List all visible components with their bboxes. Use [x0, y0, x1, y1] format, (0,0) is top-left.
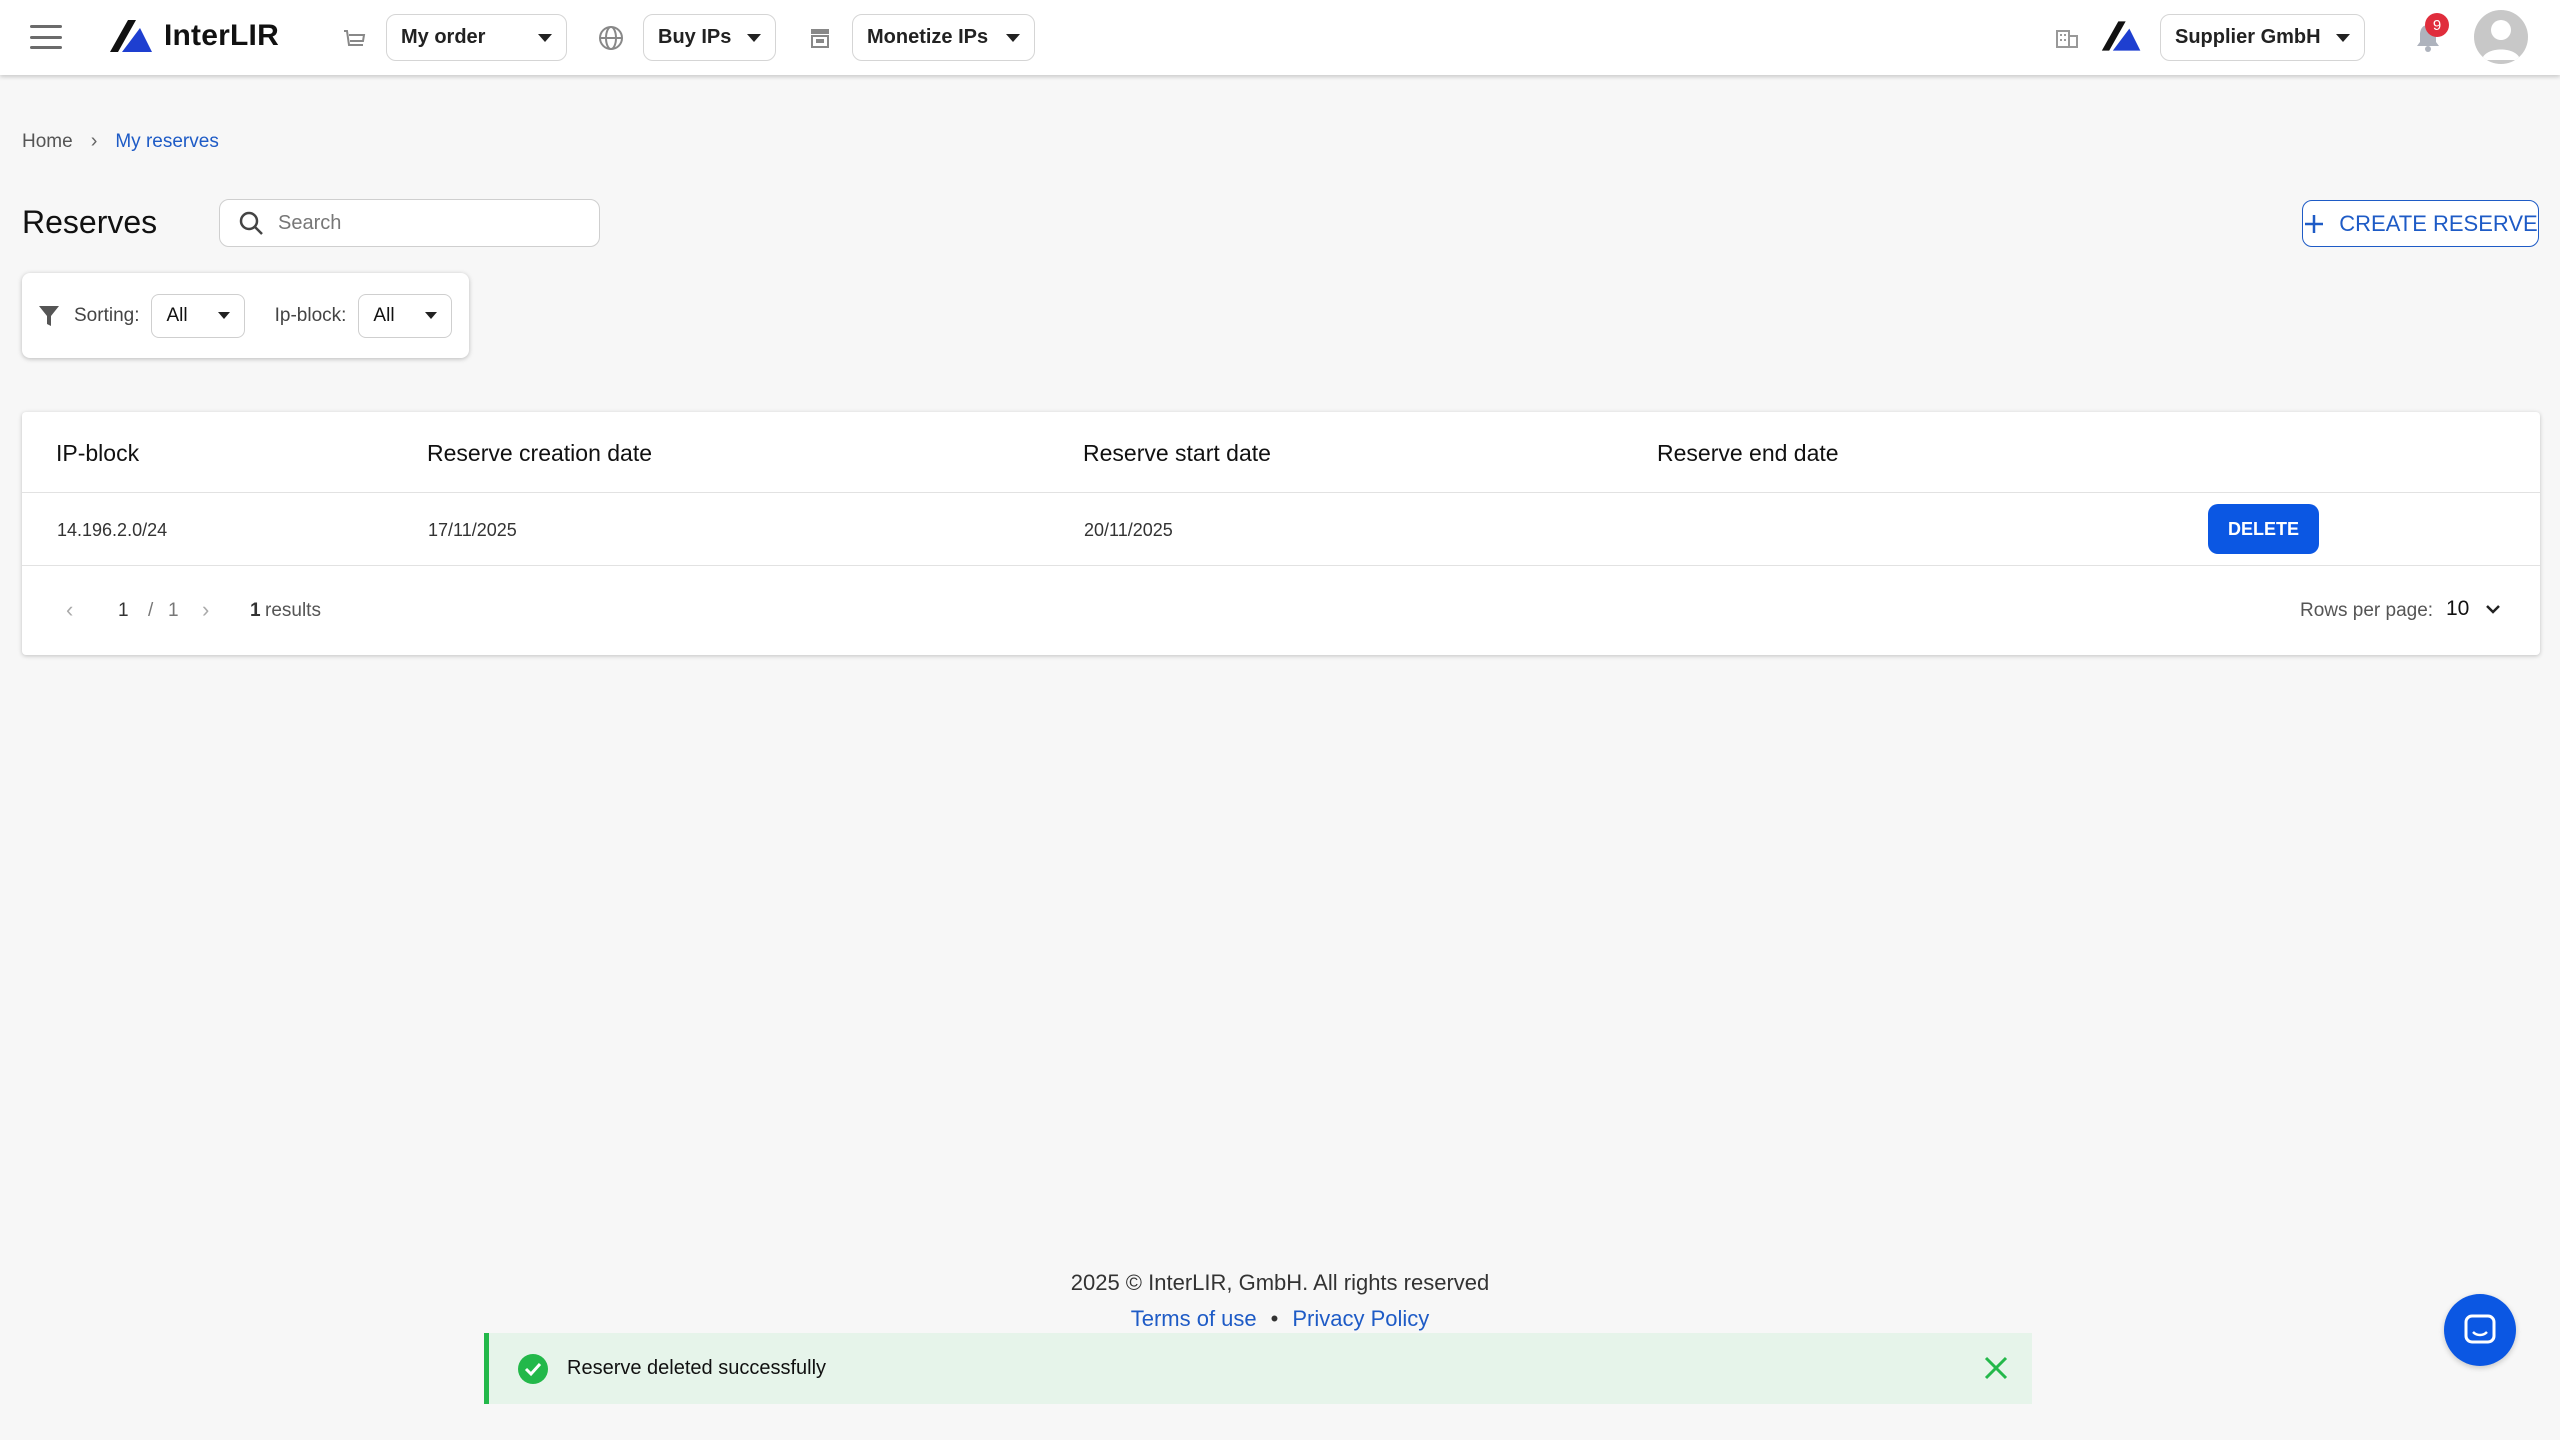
check-circle-icon — [518, 1353, 548, 1384]
breadcrumb-home-link[interactable]: Home — [22, 131, 73, 153]
company-label: Supplier GmbH — [2175, 26, 2321, 48]
filter-icon — [39, 305, 59, 326]
logo-text: InterLIR — [164, 19, 279, 52]
privacy-policy-link[interactable]: Privacy Policy — [1292, 1306, 1429, 1331]
search-box[interactable] — [219, 199, 600, 247]
search-input[interactable] — [278, 211, 578, 235]
chevron-down-icon — [2486, 605, 2501, 614]
column-header-ip-block[interactable]: IP-block — [56, 440, 139, 467]
breadcrumb: Home › My reserves — [22, 130, 219, 153]
sorting-value: All — [166, 304, 188, 326]
column-header-creation-date[interactable]: Reserve creation date — [427, 440, 652, 467]
success-toast: Reserve deleted successfully — [484, 1333, 2032, 1404]
table-row: 14.196.2.0/24 17/11/2025 20/11/2025 DELE… — [22, 493, 2540, 566]
chevron-down-icon — [538, 33, 552, 42]
building-icon — [2053, 24, 2081, 52]
notification-badge: 9 — [2425, 13, 2449, 37]
chevron-right-icon: › — [90, 130, 98, 152]
rows-per-page-select[interactable]: 10 — [2446, 597, 2501, 621]
page-separator: / — [148, 600, 154, 621]
sorting-label: Sorting: — [74, 304, 140, 326]
ipblock-value: All — [373, 304, 395, 326]
user-avatar[interactable] — [2474, 10, 2528, 64]
chevron-down-icon — [1006, 33, 1020, 42]
cell-creation-date: 17/11/2025 — [428, 520, 517, 540]
filter-panel: Sorting: All Ip-block: All — [22, 273, 469, 358]
chat-icon — [2464, 1314, 2496, 1344]
cart-icon — [340, 24, 368, 52]
search-icon — [239, 211, 263, 235]
chevron-down-icon — [2336, 33, 2350, 42]
rows-per-page-value: 10 — [2446, 597, 2470, 620]
nav-monetize-ips-dropdown[interactable]: Monetize IPs — [852, 14, 1035, 61]
next-page-icon[interactable]: › — [202, 597, 209, 623]
total-pages: 1 — [168, 600, 179, 621]
top-header: InterLIR My order Buy IPs Monetize IPs S… — [0, 0, 2560, 75]
create-reserve-label: CREATE RESERVE — [2339, 210, 2538, 236]
page-title: Reserves — [22, 204, 158, 240]
store-icon — [806, 24, 834, 52]
delete-button[interactable]: DELETE — [2208, 504, 2319, 554]
nav-buy-ips-label: Buy IPs — [658, 26, 732, 48]
footer-dot: • — [1270, 1306, 1279, 1331]
nav-my-order-label: My order — [401, 26, 486, 48]
cell-start-date: 20/11/2025 — [1084, 520, 1173, 540]
ipblock-label: Ip-block: — [274, 304, 347, 326]
pagination: ‹ 1 / 1 › 1 results Rows per page: 10 — [22, 566, 2540, 655]
close-icon[interactable] — [1982, 1354, 2010, 1382]
prev-page-icon[interactable]: ‹ — [66, 597, 73, 623]
nav-monetize-ips-label: Monetize IPs — [867, 26, 989, 48]
rows-per-page-label: Rows per page: — [2300, 600, 2434, 621]
chevron-down-icon — [747, 33, 761, 42]
company-logo-icon — [2100, 18, 2144, 59]
column-header-start-date[interactable]: Reserve start date — [1083, 440, 1271, 467]
sorting-select[interactable]: All — [151, 293, 245, 338]
interlir-logo-icon — [110, 20, 152, 52]
results-label: results — [265, 600, 321, 621]
column-header-end-date[interactable]: Reserve end date — [1657, 440, 1839, 467]
nav-my-order-dropdown[interactable]: My order — [386, 14, 567, 61]
menu-icon[interactable] — [30, 25, 62, 49]
reserves-table: IP-block Reserve creation date Reserve s… — [22, 412, 2540, 655]
globe-icon — [597, 24, 625, 52]
cell-ip-block: 14.196.2.0/24 — [57, 520, 168, 540]
company-dropdown[interactable]: Supplier GmbH — [2160, 14, 2365, 61]
table-header: IP-block Reserve creation date Reserve s… — [22, 412, 2540, 493]
terms-of-use-link[interactable]: Terms of use — [1131, 1306, 1257, 1331]
chevron-down-icon — [217, 312, 230, 319]
results-count: 1 — [250, 600, 261, 621]
chat-widget-button[interactable] — [2444, 1294, 2516, 1366]
footer-links: Terms of use • Privacy Policy — [0, 1306, 2560, 1332]
plus-icon — [2305, 214, 2324, 233]
toast-message: Reserve deleted successfully — [567, 1357, 827, 1379]
current-page: 1 — [118, 600, 129, 621]
create-reserve-button[interactable]: CREATE RESERVE — [2302, 200, 2539, 247]
chevron-down-icon — [424, 312, 437, 319]
ipblock-select[interactable]: All — [358, 293, 452, 338]
nav-buy-ips-dropdown[interactable]: Buy IPs — [643, 14, 776, 61]
logo[interactable]: InterLIR — [108, 18, 279, 54]
footer-copyright: 2025 © InterLIR, GmbH. All rights reserv… — [1070, 1270, 1490, 1295]
breadcrumb-current[interactable]: My reserves — [115, 131, 218, 153]
